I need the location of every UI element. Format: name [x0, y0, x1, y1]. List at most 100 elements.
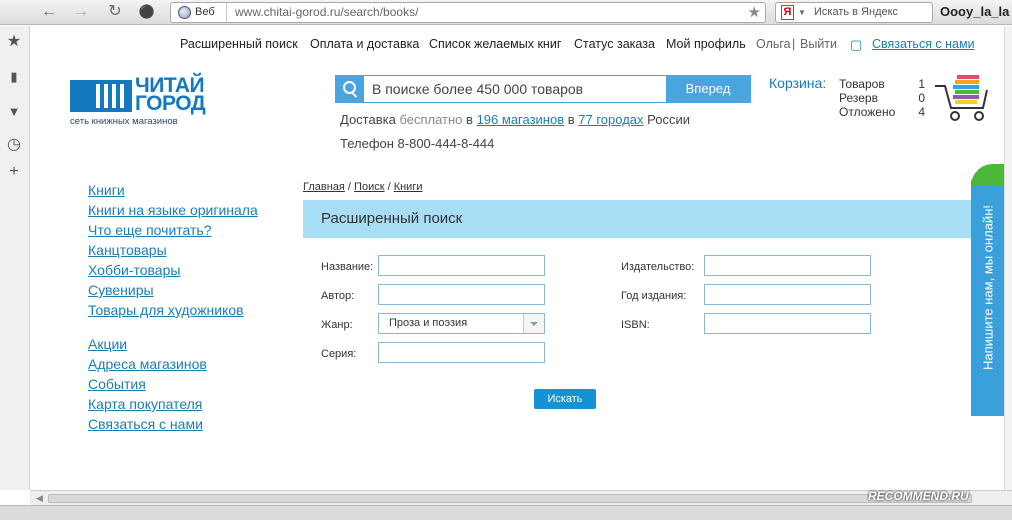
menu-books[interactable]: Книги	[88, 182, 125, 198]
breadcrumb-home[interactable]: Главная	[303, 181, 345, 193]
bookmarks-star-icon[interactable]: ★	[5, 33, 23, 51]
breadcrumb-search[interactable]: Поиск	[354, 181, 384, 193]
menu-art-supplies[interactable]: Товары для художников	[88, 302, 244, 318]
author-label: Автор:	[321, 290, 355, 302]
menu-hobby[interactable]: Хобби-товары	[88, 262, 180, 278]
menu-foreign-books[interactable]: Книги на языке оригинала	[88, 202, 258, 218]
leaf-icon	[971, 164, 1004, 186]
delivery-country: России	[647, 112, 691, 127]
panel-header: Расширенный поиск	[303, 200, 975, 238]
genre-value: Проза и поэзия	[389, 317, 468, 329]
menu-stationery[interactable]: Канцтовары	[88, 242, 167, 258]
nav-order-status[interactable]: Статус заказа	[574, 37, 655, 51]
nav-my-profile[interactable]: Мой профиль	[666, 37, 746, 51]
yandex-search-box[interactable]: Я ▼ Искать в Яндекс	[775, 2, 933, 23]
back-arrow-icon[interactable]: ←	[38, 2, 60, 22]
cart-row-label: Отложено	[839, 105, 896, 119]
bookmark-star-icon[interactable]: ★	[748, 3, 761, 22]
cart-row-deferred: Отложено 4	[839, 105, 929, 119]
publisher-label: Издательство:	[621, 261, 695, 273]
menu-souvenirs[interactable]: Сувениры	[88, 282, 154, 298]
publisher-input[interactable]	[704, 255, 871, 276]
browser-username: Oooy_la_la	[940, 4, 1010, 19]
logo-text[interactable]: ЧИТАЙ ГОРОД	[135, 75, 206, 115]
logout-link[interactable]: Выйти	[800, 37, 837, 51]
chevron-down-icon[interactable]	[523, 314, 544, 333]
series-input[interactable]	[378, 342, 545, 363]
shops-link[interactable]: 196 магазинов	[477, 112, 565, 127]
page-title: Расширенный поиск	[321, 210, 463, 227]
breadcrumb: Главная / Поиск / Книги	[303, 181, 423, 193]
search-input[interactable]: В поиске более 450 000 товаров	[372, 76, 583, 102]
notes-icon[interactable]: ▮	[5, 68, 23, 86]
watermark: RECOMMEND.RU	[868, 489, 969, 503]
author-input[interactable]	[378, 284, 545, 305]
menu-loyalty-card[interactable]: Карта покупателя	[88, 396, 202, 412]
chat-tab[interactable]: Напишите нам, мы онлайн!	[971, 164, 1004, 416]
scroll-thumb[interactable]	[48, 494, 972, 503]
separator: |	[792, 37, 796, 51]
genre-label: Жанр:	[321, 319, 353, 331]
isbn-label: ISBN:	[621, 319, 650, 331]
year-input[interactable]	[704, 284, 871, 305]
forward-arrow-icon[interactable]: →	[70, 2, 92, 22]
horizontal-scrollbar[interactable]: ◀	[30, 490, 1012, 505]
logo-line2: ГОРОД	[135, 92, 206, 115]
cart-row-reserve: Резерв 0	[839, 91, 929, 105]
history-clock-icon[interactable]: ◷	[5, 136, 23, 154]
logo-icon[interactable]	[70, 80, 132, 112]
menu-what-to-read[interactable]: Что еще почитать?	[88, 222, 211, 238]
address-bar[interactable]: Веб www.chitai-gorod.ru/search/books/ ★	[170, 2, 766, 23]
title-label: Название:	[321, 261, 374, 273]
cart-row-label: Товаров	[839, 77, 885, 91]
yandex-logo-icon: Я	[781, 5, 794, 20]
series-label: Серия:	[321, 348, 357, 360]
nav-wishlist[interactable]: Список желаемых книг	[429, 37, 561, 51]
cart-row-label: Резерв	[839, 91, 878, 105]
logo-subtitle: сеть книжных магазинов	[70, 116, 178, 127]
year-label: Год издания:	[621, 290, 687, 302]
genre-select[interactable]: Проза и поэзия	[378, 313, 545, 334]
menu-promotions[interactable]: Акции	[88, 336, 127, 352]
cart-row-count: 1	[918, 77, 925, 91]
cart-row-items: Товаров 1	[839, 77, 929, 91]
isbn-input[interactable]	[704, 313, 871, 334]
add-panel-icon[interactable]: +	[5, 163, 23, 181]
site-search: В поиске более 450 000 товаров Вперед	[335, 75, 751, 103]
user-name: Ольга	[756, 37, 791, 51]
cart-label[interactable]: Корзина:	[769, 75, 826, 91]
delivery-in2: в	[567, 112, 575, 127]
nav-advanced-search[interactable]: Расширенный поиск	[180, 37, 298, 51]
vertical-scrollbar[interactable]	[1004, 26, 1012, 490]
cart-row-count: 4	[918, 105, 925, 119]
search-mode-label[interactable]: Веб	[171, 3, 227, 22]
contact-icon[interactable]: ▢	[850, 37, 862, 53]
search-submit-button[interactable]: Вперед	[666, 76, 750, 102]
browser-toolbar: ← → ↻ ⚫ Веб www.chitai-gorod.ru/search/b…	[0, 0, 1012, 25]
title-input[interactable]	[378, 255, 545, 276]
search-icon	[336, 76, 364, 102]
scroll-left-icon[interactable]: ◀	[36, 493, 43, 504]
url-text[interactable]: www.chitai-gorod.ru/search/books/	[235, 3, 418, 22]
delivery-info: Доставка бесплатно в 196 магазинов в 77 …	[340, 112, 690, 127]
breadcrumb-books[interactable]: Книги	[394, 181, 423, 193]
chat-tab-label: Напишите нам, мы онлайн!	[980, 205, 996, 371]
menu-contact[interactable]: Связаться с нами	[88, 416, 203, 432]
menu-store-addresses[interactable]: Адреса магазинов	[88, 356, 207, 372]
reload-icon[interactable]: ↻	[104, 2, 126, 22]
phone-number: Телефон 8-800-444-8-444	[340, 136, 495, 151]
contact-link[interactable]: Связаться с нами	[872, 37, 975, 51]
downloads-icon[interactable]: ▼	[5, 103, 23, 121]
delivery-in: в	[466, 112, 473, 127]
cities-link[interactable]: 77 городах	[578, 112, 643, 127]
browser-sidebar: ★ ▮ ▼ ◷ +	[0, 26, 30, 490]
find-button[interactable]: Искать	[534, 389, 596, 409]
chevron-down-icon[interactable]: ▼	[798, 3, 806, 22]
yandex-search-placeholder[interactable]: Искать в Яндекс	[814, 3, 898, 22]
menu-events[interactable]: События	[88, 376, 146, 392]
key-icon[interactable]: ⚫	[136, 2, 158, 22]
nav-payment-delivery[interactable]: Оплата и доставка	[310, 37, 419, 51]
cart-icon[interactable]	[933, 74, 993, 122]
delivery-text: Доставка	[340, 112, 396, 127]
status-bar	[0, 505, 1012, 520]
